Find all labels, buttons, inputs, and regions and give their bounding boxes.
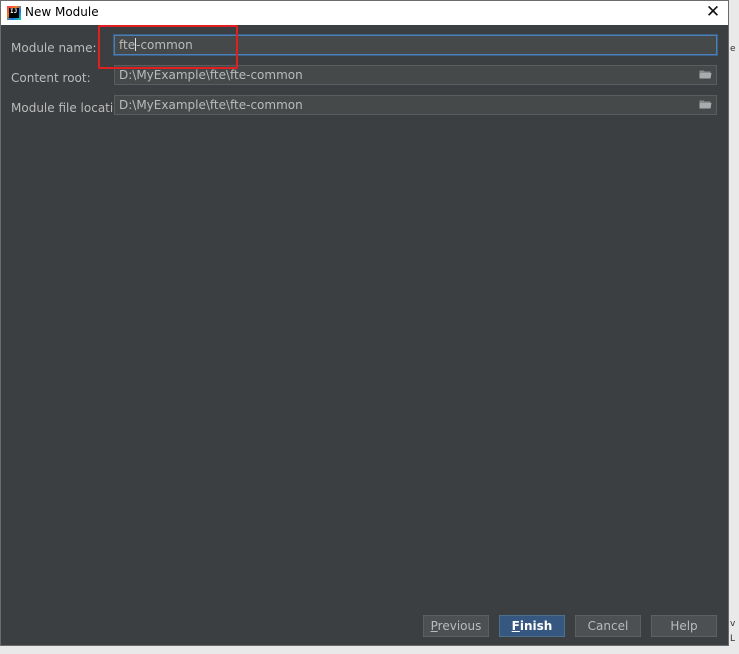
help-button[interactable]: Help	[651, 615, 717, 637]
background-text-fragment: e	[730, 44, 736, 54]
background-text-fragment: L	[730, 634, 736, 644]
finish-button[interactable]: Finish	[499, 615, 565, 637]
close-icon[interactable]: ✕	[704, 3, 722, 21]
new-module-dialog: IJ New Module ✕ Module name: fte-common …	[0, 0, 729, 646]
folder-icon[interactable]	[699, 99, 712, 110]
module-file-location-input[interactable]: D:\MyExample\fte\fte-common	[114, 95, 717, 115]
content-root-value: D:\MyExample\fte\fte-common	[119, 68, 303, 82]
module-name-value-start: fte	[119, 38, 136, 52]
background-window-edge	[729, 0, 739, 654]
module-name-value-end: common	[140, 38, 193, 52]
dialog-title: New Module	[25, 5, 99, 19]
cancel-button[interactable]: Cancel	[575, 615, 641, 637]
module-name-input[interactable]: fte-common	[114, 35, 717, 55]
module-name-label: Module name:	[11, 41, 97, 55]
folder-icon[interactable]	[699, 69, 712, 80]
intellij-icon: IJ	[7, 6, 21, 20]
content-root-input[interactable]: D:\MyExample\fte\fte-common	[114, 65, 717, 85]
background-window-bottom	[0, 646, 729, 654]
background-text-fragment: v	[730, 619, 736, 629]
previous-button[interactable]: Previous	[423, 615, 489, 637]
content-root-label: Content root:	[11, 71, 91, 85]
title-bar[interactable]: IJ New Module ✕	[1, 1, 728, 25]
dialog-content: Module name: fte-common Content root: D:…	[1, 25, 728, 645]
module-file-location-value: D:\MyExample\fte\fte-common	[119, 98, 303, 112]
